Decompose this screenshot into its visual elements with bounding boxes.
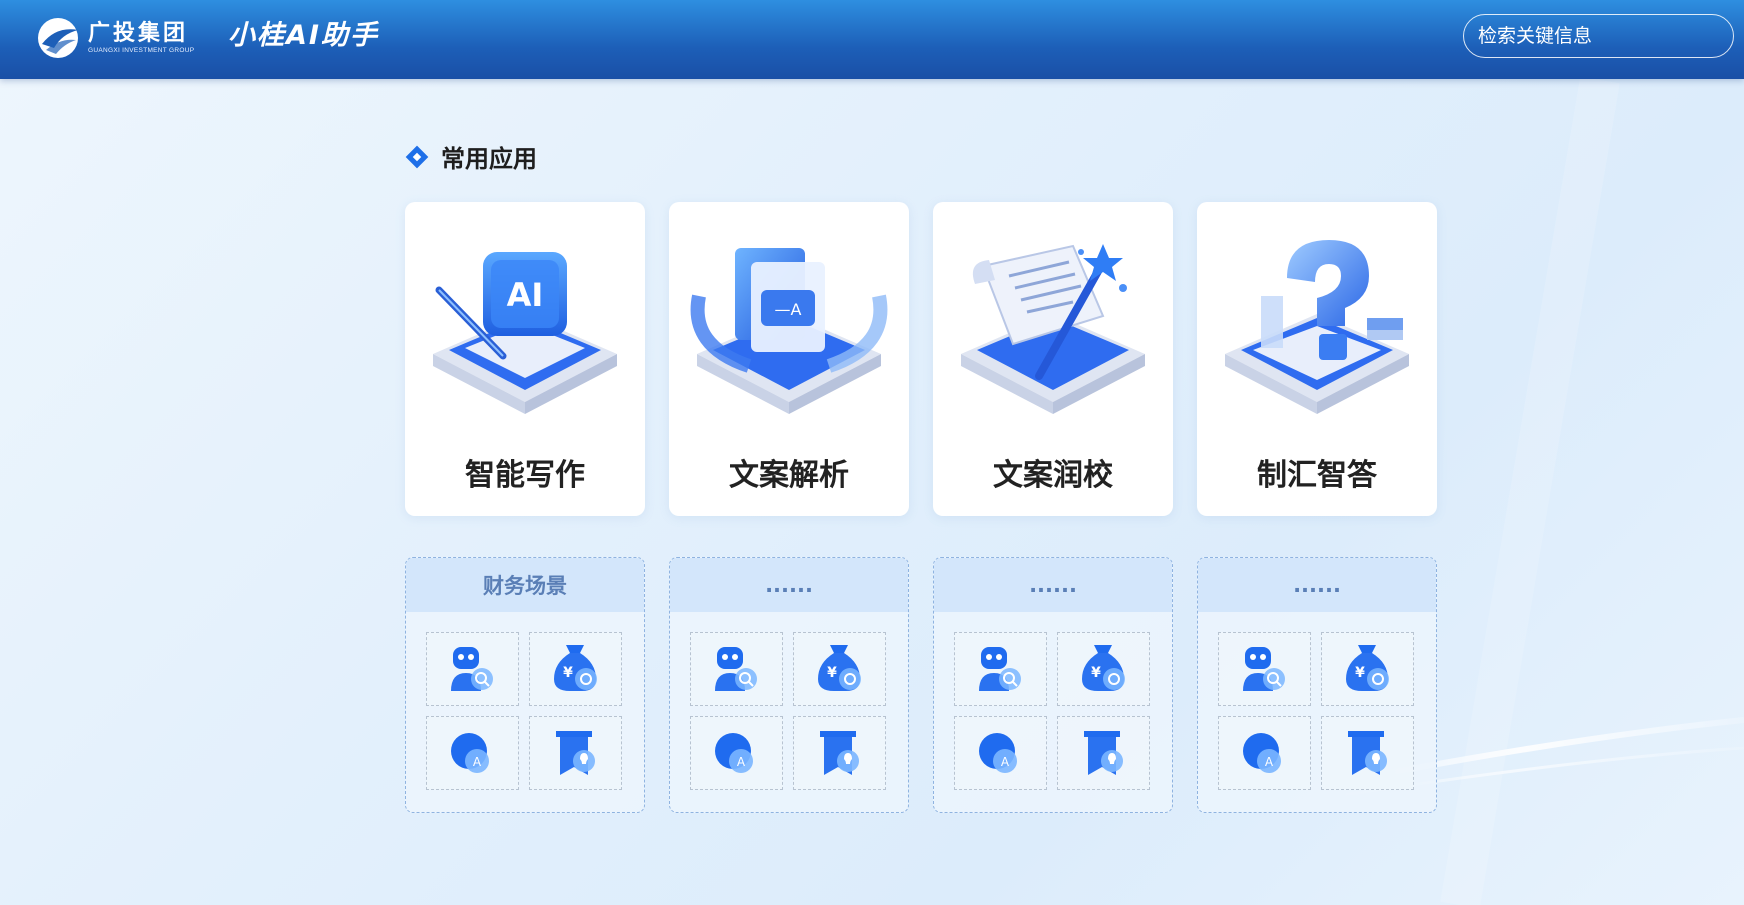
svg-text:¥: ¥ — [1355, 665, 1365, 681]
svg-text:A: A — [1264, 755, 1273, 769]
bookmark-idea-icon — [819, 731, 859, 775]
scene-tile[interactable] — [529, 716, 622, 790]
search-box[interactable] — [1463, 14, 1734, 58]
svg-text:A: A — [1000, 755, 1009, 769]
section-title: 常用应用 — [405, 139, 537, 174]
scene-panel-finance: 财务场景 ¥ A — [405, 557, 645, 813]
bookmark-idea-icon — [1083, 731, 1123, 775]
section-title-text: 常用应用 — [441, 145, 537, 173]
svg-text:A: A — [736, 755, 745, 769]
ai-chat-icon: A — [450, 733, 489, 773]
scene-title: ...... — [1198, 558, 1436, 612]
app-card-label: 智能写作 — [465, 458, 585, 493]
document-polish-icon — [961, 244, 1145, 414]
scene-panel-3: ...... ¥ A — [933, 557, 1173, 813]
app-card-label: 制汇智答 — [1257, 458, 1377, 493]
ai-chat-icon: A — [714, 733, 753, 773]
app-card-document-polish[interactable]: 文案润校 — [933, 202, 1173, 516]
ai-chat-icon: A — [1242, 733, 1281, 773]
svg-text:¥: ¥ — [563, 665, 573, 681]
app-card-label: 文案解析 — [729, 458, 849, 493]
question-answer-icon — [1225, 240, 1409, 414]
scene-tile[interactable]: A — [1218, 716, 1311, 790]
money-bag-icon: ¥ — [817, 645, 861, 691]
scene-tile[interactable] — [1321, 716, 1414, 790]
scene-title: ...... — [934, 558, 1172, 612]
svg-text:¥: ¥ — [827, 665, 837, 681]
logo-mark-icon — [38, 18, 78, 58]
scene-title: 财务场景 — [406, 558, 644, 612]
app-card-document-analysis[interactable]: —A 文案解析 — [669, 202, 909, 516]
bookmark-idea-icon — [555, 731, 595, 775]
money-bag-icon: ¥ — [1345, 645, 1389, 691]
svg-text:AI: AI — [507, 276, 544, 314]
scene-tile[interactable]: ¥ — [793, 632, 886, 706]
robot-search-icon — [978, 647, 1021, 691]
svg-text:—A: —A — [775, 300, 802, 319]
scene-tile[interactable] — [1057, 716, 1150, 790]
scene-panel-4: ...... ¥ A — [1197, 557, 1437, 813]
scene-tile[interactable] — [1218, 632, 1311, 706]
scene-tile[interactable]: ¥ — [1057, 632, 1150, 706]
money-bag-icon: ¥ — [1081, 645, 1125, 691]
scene-tile[interactable]: A — [954, 716, 1047, 790]
svg-text:¥: ¥ — [1091, 665, 1101, 681]
scene-tile[interactable] — [426, 632, 519, 706]
logo-name-en: GUANGXI INVESTMENT GROUP — [88, 47, 195, 54]
app-card-regulation-qa[interactable]: 制汇智答 — [1197, 202, 1437, 516]
svg-text:A: A — [472, 755, 481, 769]
scene-tile[interactable]: A — [690, 716, 783, 790]
scene-tile[interactable]: A — [426, 716, 519, 790]
scene-tile[interactable]: ¥ — [529, 632, 622, 706]
app-card-smart-writing[interactable]: AI 智能写作 — [405, 202, 645, 516]
diamond-icon — [405, 145, 429, 168]
ai-writing-icon: AI — [433, 252, 617, 414]
search-input[interactable] — [1478, 25, 1721, 47]
scene-tile[interactable] — [793, 716, 886, 790]
logo[interactable]: 广投集团 GUANGXI INVESTMENT GROUP — [36, 16, 194, 60]
logo-name-cn: 广投集团 — [88, 20, 189, 46]
top-bar: 广投集团 GUANGXI INVESTMENT GROUP 小桂AI助手 — [0, 0, 1744, 79]
scene-tile[interactable] — [954, 632, 1047, 706]
robot-search-icon — [450, 647, 493, 691]
money-bag-icon: ¥ — [553, 645, 597, 691]
ai-chat-icon: A — [978, 733, 1017, 773]
scene-tile[interactable]: ¥ — [1321, 632, 1414, 706]
document-analysis-icon: —A — [690, 248, 888, 414]
app-card-label: 文案润校 — [993, 458, 1113, 493]
app-title: 小桂AI助手 — [228, 20, 379, 51]
robot-search-icon — [1242, 647, 1285, 691]
scene-tile[interactable] — [690, 632, 783, 706]
scene-panel-2: ...... ¥ A — [669, 557, 909, 813]
robot-search-icon — [714, 647, 757, 691]
bookmark-idea-icon — [1347, 731, 1387, 775]
scene-title: ...... — [670, 558, 908, 612]
